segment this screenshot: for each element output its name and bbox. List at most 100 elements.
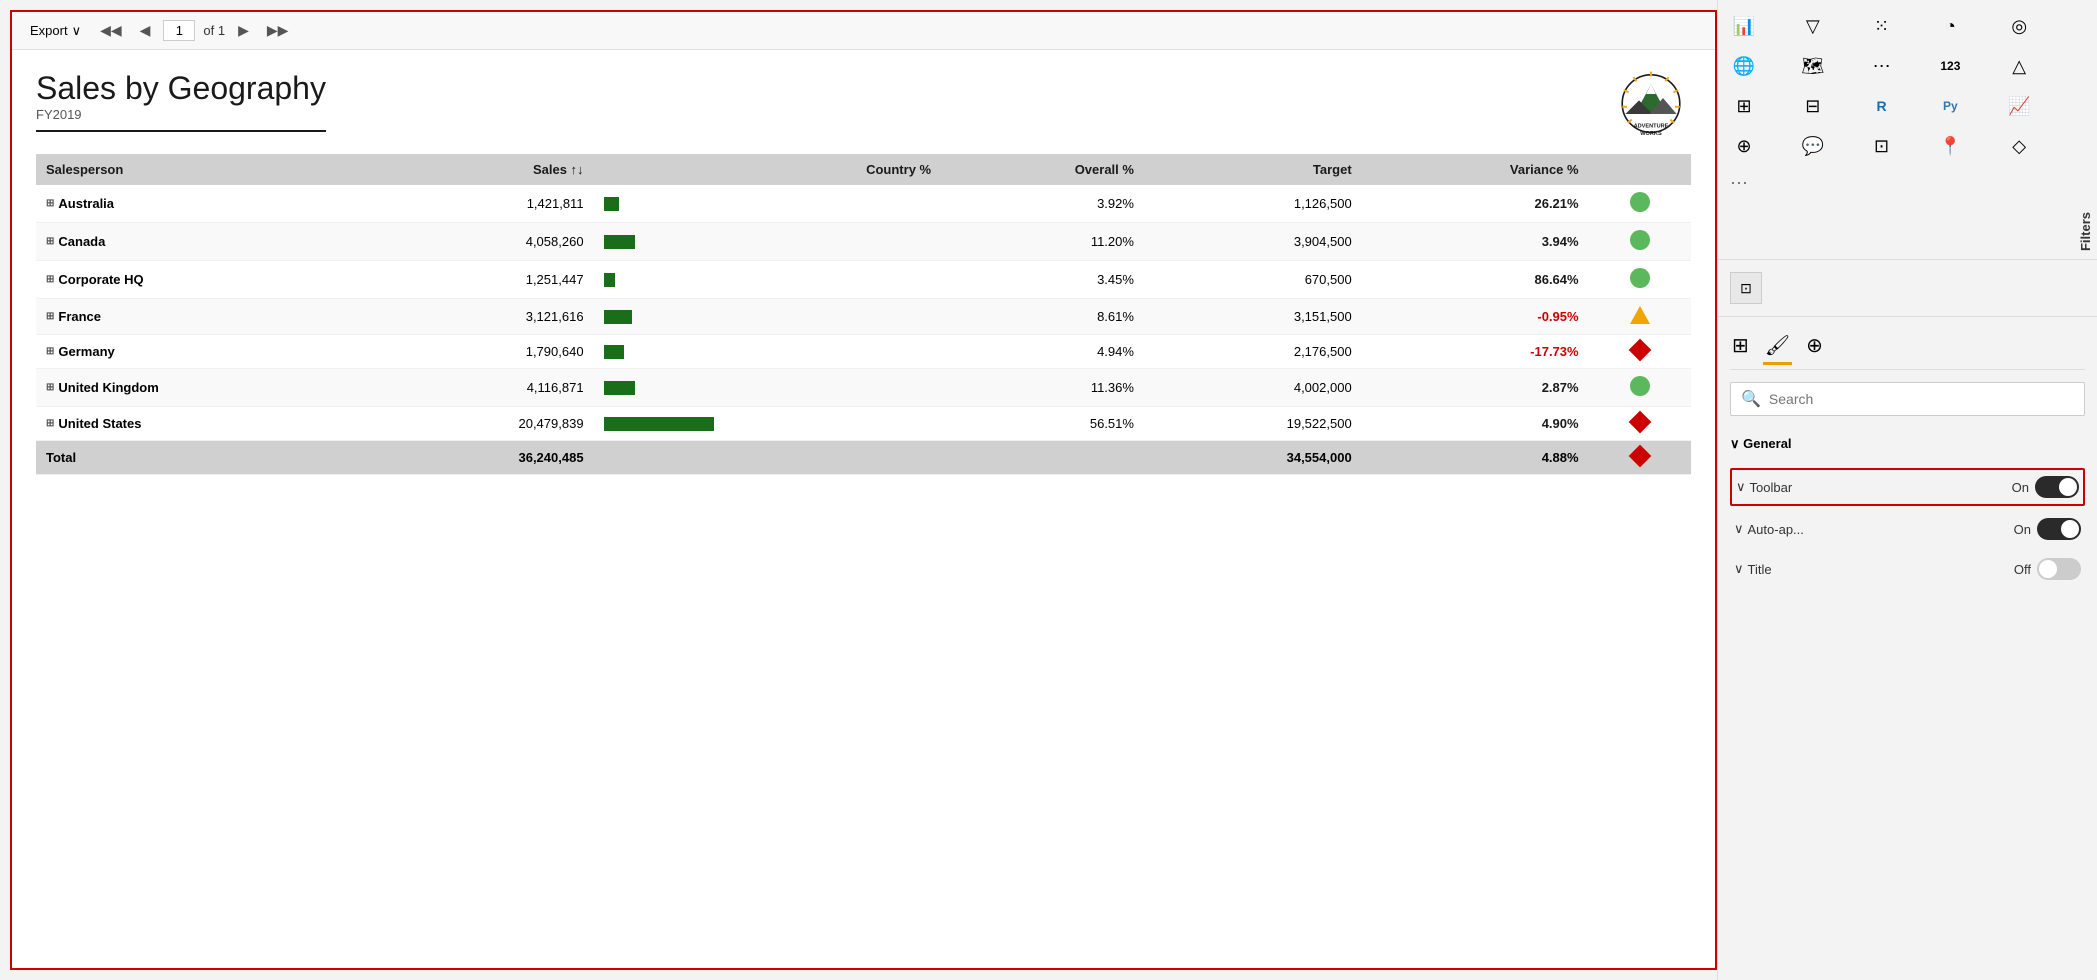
toolbar-toggle[interactable] bbox=[2035, 476, 2079, 498]
bar-chart-icon[interactable]: 📊 bbox=[1726, 8, 1762, 44]
expand-icon[interactable]: ⊞ bbox=[46, 346, 54, 357]
status-yellow-triangle bbox=[1630, 306, 1650, 324]
pie-chart-icon[interactable]: ◔ bbox=[1932, 8, 1968, 44]
salesperson-cell: ⊞ United Kingdom bbox=[36, 369, 376, 407]
autoapply-label: ∨ Auto-ap... bbox=[1734, 521, 1804, 537]
expand-icon[interactable]: ⊞ bbox=[46, 236, 54, 247]
erase-icon[interactable]: ◇ bbox=[2001, 128, 2037, 164]
target-value: 3,151,500 bbox=[1144, 299, 1362, 335]
grid-format-icon[interactable]: ⊞ bbox=[1726, 88, 1762, 124]
gauge-icon[interactable]: △ bbox=[2001, 48, 2037, 84]
combo-icon[interactable]: ⊕ bbox=[1726, 128, 1762, 164]
line-chart-icon[interactable]: 📈 bbox=[2001, 88, 2037, 124]
table-row: ⊞ United Kingdom 4,116,871 11.36% 4,002,… bbox=[36, 369, 1691, 407]
grid-tab[interactable]: ⊞ bbox=[1730, 329, 1751, 365]
location-icon[interactable]: 📍 bbox=[1932, 128, 1968, 164]
report-subtitle: FY2019 bbox=[36, 107, 326, 132]
report-header: Sales by Geography FY2019 bbox=[36, 70, 1691, 150]
globe-icon[interactable]: 🌐 bbox=[1726, 48, 1762, 84]
country-pct bbox=[724, 369, 942, 407]
salesperson-name: Australia bbox=[58, 196, 114, 211]
target-value: 1,126,500 bbox=[1144, 185, 1362, 223]
scatter-icon[interactable]: ⁙ bbox=[1864, 8, 1900, 44]
bar-cell bbox=[594, 299, 724, 335]
chat-icon[interactable]: 💬 bbox=[1795, 128, 1831, 164]
sales-value: 1,251,447 bbox=[376, 261, 594, 299]
col-salesperson: Salesperson bbox=[36, 154, 376, 185]
col-status bbox=[1589, 154, 1691, 185]
autoapply-toggle[interactable] bbox=[2037, 518, 2081, 540]
status-green-circle bbox=[1630, 230, 1650, 250]
toolbar-section: ∨ Toolbar On bbox=[1730, 468, 2085, 506]
status-green-circle bbox=[1630, 376, 1650, 396]
salesperson-cell: ⊞ Corporate HQ bbox=[36, 261, 376, 299]
salesperson-name: United States bbox=[58, 416, 141, 431]
sales-value: 20,479,839 bbox=[376, 407, 594, 441]
total-label: Total bbox=[36, 441, 376, 475]
salesperson-cell: ⊞ France bbox=[36, 299, 376, 335]
svg-text:WORKS: WORKS bbox=[1640, 131, 1662, 137]
nav-last-button[interactable]: ▶▶ bbox=[262, 20, 294, 41]
title-toggle-label: Off bbox=[2014, 562, 2031, 577]
sales-bar bbox=[604, 197, 619, 211]
nav-prev-button[interactable]: ◀ bbox=[135, 20, 156, 41]
number-icon[interactable]: 123 bbox=[1932, 48, 1968, 84]
panel-middle: ⊡ bbox=[1718, 260, 2097, 317]
target-value: 2,176,500 bbox=[1144, 335, 1362, 369]
status-cell bbox=[1589, 335, 1691, 369]
general-section: ∨ General bbox=[1730, 430, 2085, 458]
salesperson-name: United Kingdom bbox=[58, 380, 158, 395]
title-toggle-knob bbox=[2039, 560, 2057, 578]
funnel-icon[interactable]: ▽ bbox=[1795, 8, 1831, 44]
search-input[interactable] bbox=[1769, 391, 2074, 407]
toolbar-chevron: ∨ bbox=[1736, 479, 1746, 495]
bubble-icon[interactable]: ⋯ bbox=[1864, 48, 1900, 84]
expand-icon[interactable]: ⊞ bbox=[46, 418, 54, 429]
bar-cell bbox=[594, 185, 724, 223]
autoapply-section: ∨ Auto-ap... On bbox=[1730, 512, 2085, 546]
sales-value: 3,121,616 bbox=[376, 299, 594, 335]
data-table: Salesperson Sales ↑↓ Country % Overall %… bbox=[36, 154, 1691, 475]
page-number-input[interactable] bbox=[163, 20, 195, 41]
bar-cell bbox=[594, 407, 724, 441]
map-icon[interactable]: 🗺 bbox=[1795, 48, 1831, 84]
toolbar-toggle-container: On bbox=[2012, 476, 2079, 498]
toolbar-label: ∨ Toolbar bbox=[1736, 479, 1792, 495]
title-label: ∨ Title bbox=[1734, 561, 1772, 577]
nav-next-button[interactable]: ▶ bbox=[233, 20, 254, 41]
analytics-tab[interactable]: ⊕ bbox=[1804, 329, 1825, 365]
overall-pct: 3.45% bbox=[941, 261, 1144, 299]
autoapply-toggle-label: On bbox=[2014, 522, 2031, 537]
total-target: 34,554,000 bbox=[1144, 441, 1362, 475]
expand-icon[interactable]: ⊞ bbox=[46, 311, 54, 322]
expand-icon[interactable]: ⊞ bbox=[46, 382, 54, 393]
kpi-icon[interactable]: ⊡ bbox=[1864, 128, 1900, 164]
matrix-icon[interactable]: ⊟ bbox=[1795, 88, 1831, 124]
country-pct bbox=[724, 223, 942, 261]
toolbar-toggle-knob bbox=[2059, 478, 2077, 496]
nav-first-button[interactable]: ◀◀ bbox=[95, 20, 127, 41]
table-row: ⊞ Canada 4,058,260 11.20% 3,904,500 3.94… bbox=[36, 223, 1691, 261]
bar-cell bbox=[594, 335, 724, 369]
expand-icon[interactable]: ⊞ bbox=[46, 274, 54, 285]
col-country-pct: Country % bbox=[724, 154, 942, 185]
donut-chart-icon[interactable]: ◎ bbox=[2001, 8, 2037, 44]
python-icon[interactable]: Py bbox=[1932, 88, 1968, 124]
target-value: 670,500 bbox=[1144, 261, 1362, 299]
export-button[interactable]: Export ∨ bbox=[24, 21, 87, 41]
general-header[interactable]: ∨ General bbox=[1730, 430, 2085, 458]
table-row: ⊞ Corporate HQ 1,251,447 3.45% 670,500 8… bbox=[36, 261, 1691, 299]
toolbar-toggle-label: On bbox=[2012, 480, 2029, 495]
bar-cell bbox=[594, 261, 724, 299]
title-toggle[interactable] bbox=[2037, 558, 2081, 580]
r-script-icon[interactable]: R bbox=[1864, 88, 1900, 124]
filters-label: Filters bbox=[2074, 204, 2097, 259]
expand-icon[interactable]: ⊞ bbox=[46, 198, 54, 209]
paint-tab[interactable]: 🖌 bbox=[1763, 329, 1792, 365]
salesperson-name: Canada bbox=[58, 234, 105, 249]
sales-bar bbox=[604, 273, 615, 287]
total-variance: 4.88% bbox=[1362, 441, 1589, 475]
status-cell bbox=[1589, 407, 1691, 441]
sales-bar bbox=[604, 417, 714, 431]
sales-value: 1,790,640 bbox=[376, 335, 594, 369]
